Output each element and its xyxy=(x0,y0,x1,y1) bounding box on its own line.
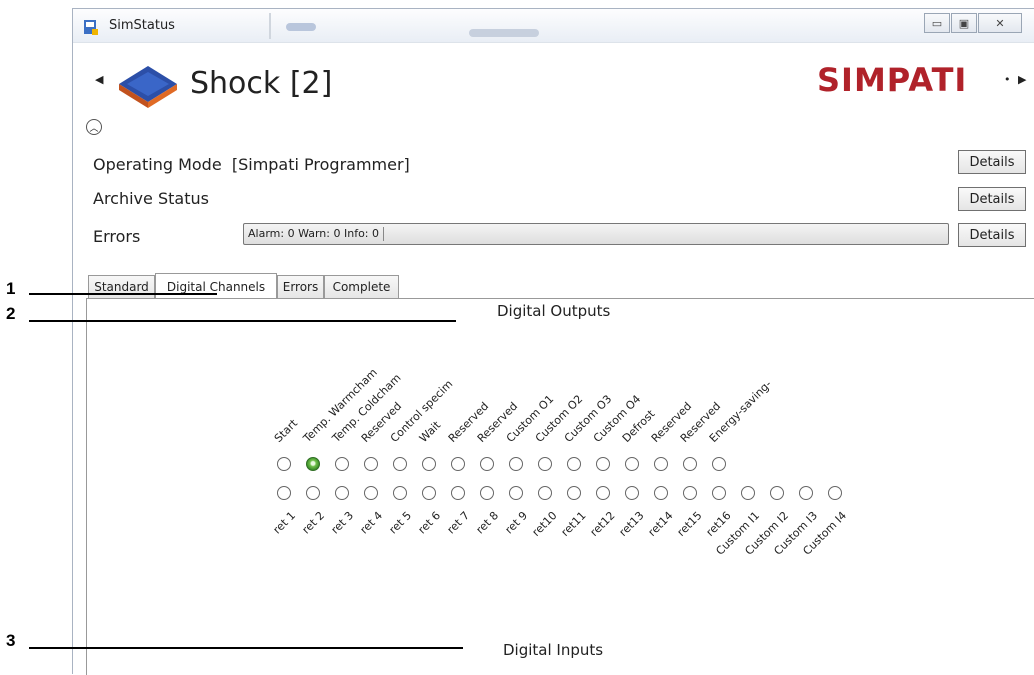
digital-output-led xyxy=(654,457,668,471)
digital-output-led xyxy=(567,457,581,471)
return-led xyxy=(567,486,581,500)
annotation-1: 1 xyxy=(6,279,16,298)
return-led xyxy=(393,486,407,500)
digital-output-led xyxy=(306,457,320,471)
annotation-3-line xyxy=(29,647,463,649)
tab-digital-channels[interactable]: Digital Channels xyxy=(155,273,277,299)
return-led xyxy=(480,486,494,500)
errors-summary-text: Alarm: 0 Warn: 0 Info: 0 xyxy=(248,227,384,241)
return-led xyxy=(770,486,784,500)
return-led xyxy=(799,486,813,500)
return-led xyxy=(828,486,842,500)
next-arrow-icon[interactable]: ▶ xyxy=(1018,73,1026,86)
operating-mode-text: Operating Mode xyxy=(93,155,222,174)
digital-output-led xyxy=(596,457,610,471)
tab-errors[interactable]: Errors xyxy=(277,275,324,298)
return-led xyxy=(451,486,465,500)
page-title: Shock [2] xyxy=(190,66,333,101)
return-led xyxy=(277,486,291,500)
title-bar: SimStatus ▭ ▣ ✕ xyxy=(73,9,1034,43)
return-led xyxy=(596,486,610,500)
archive-status-label: Archive Status xyxy=(93,189,209,208)
app-icon xyxy=(84,20,98,35)
annotation-3: 3 xyxy=(6,631,16,650)
annotation-2-line xyxy=(29,320,456,322)
blurred-region xyxy=(286,23,316,31)
digital-output-led xyxy=(625,457,639,471)
errors-label: Errors xyxy=(93,227,141,246)
digital-output-led xyxy=(712,457,726,471)
return-led xyxy=(712,486,726,500)
simpati-logo: SIMPATI xyxy=(817,61,967,99)
close-button[interactable]: ✕ xyxy=(978,13,1022,33)
digital-output-led xyxy=(335,457,349,471)
minimize-button[interactable]: ▭ xyxy=(924,13,950,33)
digital-output-led xyxy=(538,457,552,471)
return-led xyxy=(364,486,378,500)
return-led xyxy=(741,486,755,500)
logo-text: SIMPATI xyxy=(817,61,968,99)
blurred-region xyxy=(269,13,271,39)
return-led xyxy=(625,486,639,500)
digital-output-led xyxy=(277,457,291,471)
operating-mode-details-button[interactable]: Details xyxy=(958,150,1026,174)
digital-output-led xyxy=(393,457,407,471)
header: ◀ Shock [2] SIMPATI • ▶ xyxy=(73,43,1034,115)
simstatus-window: SimStatus ▭ ▣ ✕ ◀ Shock [2] SIMPATI • ▶ … xyxy=(72,8,1034,675)
annotation-2: 2 xyxy=(6,304,16,323)
return-led xyxy=(509,486,523,500)
digital-output-led xyxy=(422,457,436,471)
logo-mark: • xyxy=(1004,73,1011,86)
tab-complete[interactable]: Complete xyxy=(324,275,399,298)
annotation-1-line xyxy=(29,293,217,295)
return-led xyxy=(538,486,552,500)
blurred-region xyxy=(469,29,539,37)
collapse-chevron-icon[interactable]: ︿ xyxy=(86,119,102,135)
maximize-button[interactable]: ▣ xyxy=(951,13,977,33)
digital-outputs-title: Digital Outputs xyxy=(497,302,611,320)
digital-output-led xyxy=(683,457,697,471)
return-led xyxy=(306,486,320,500)
return-led xyxy=(335,486,349,500)
return-led xyxy=(654,486,668,500)
archive-status-details-button[interactable]: Details xyxy=(958,187,1026,211)
window-title: SimStatus xyxy=(109,18,175,33)
digital-output-led xyxy=(509,457,523,471)
errors-details-button[interactable]: Details xyxy=(958,223,1026,247)
digital-output-led xyxy=(364,457,378,471)
digital-output-led xyxy=(480,457,494,471)
operating-mode-label: Operating Mode [Simpati Programmer] xyxy=(93,155,410,174)
previous-arrow-icon[interactable]: ◀ xyxy=(95,73,103,86)
digital-channels-panel xyxy=(86,298,1034,675)
digital-output-led xyxy=(451,457,465,471)
errors-summary-bar: Alarm: 0 Warn: 0 Info: 0 xyxy=(243,223,949,245)
return-led xyxy=(683,486,697,500)
return-led xyxy=(422,486,436,500)
device-icon xyxy=(119,66,177,108)
operating-mode-value: [Simpati Programmer] xyxy=(231,155,410,174)
digital-inputs-title: Digital Inputs xyxy=(503,641,604,659)
